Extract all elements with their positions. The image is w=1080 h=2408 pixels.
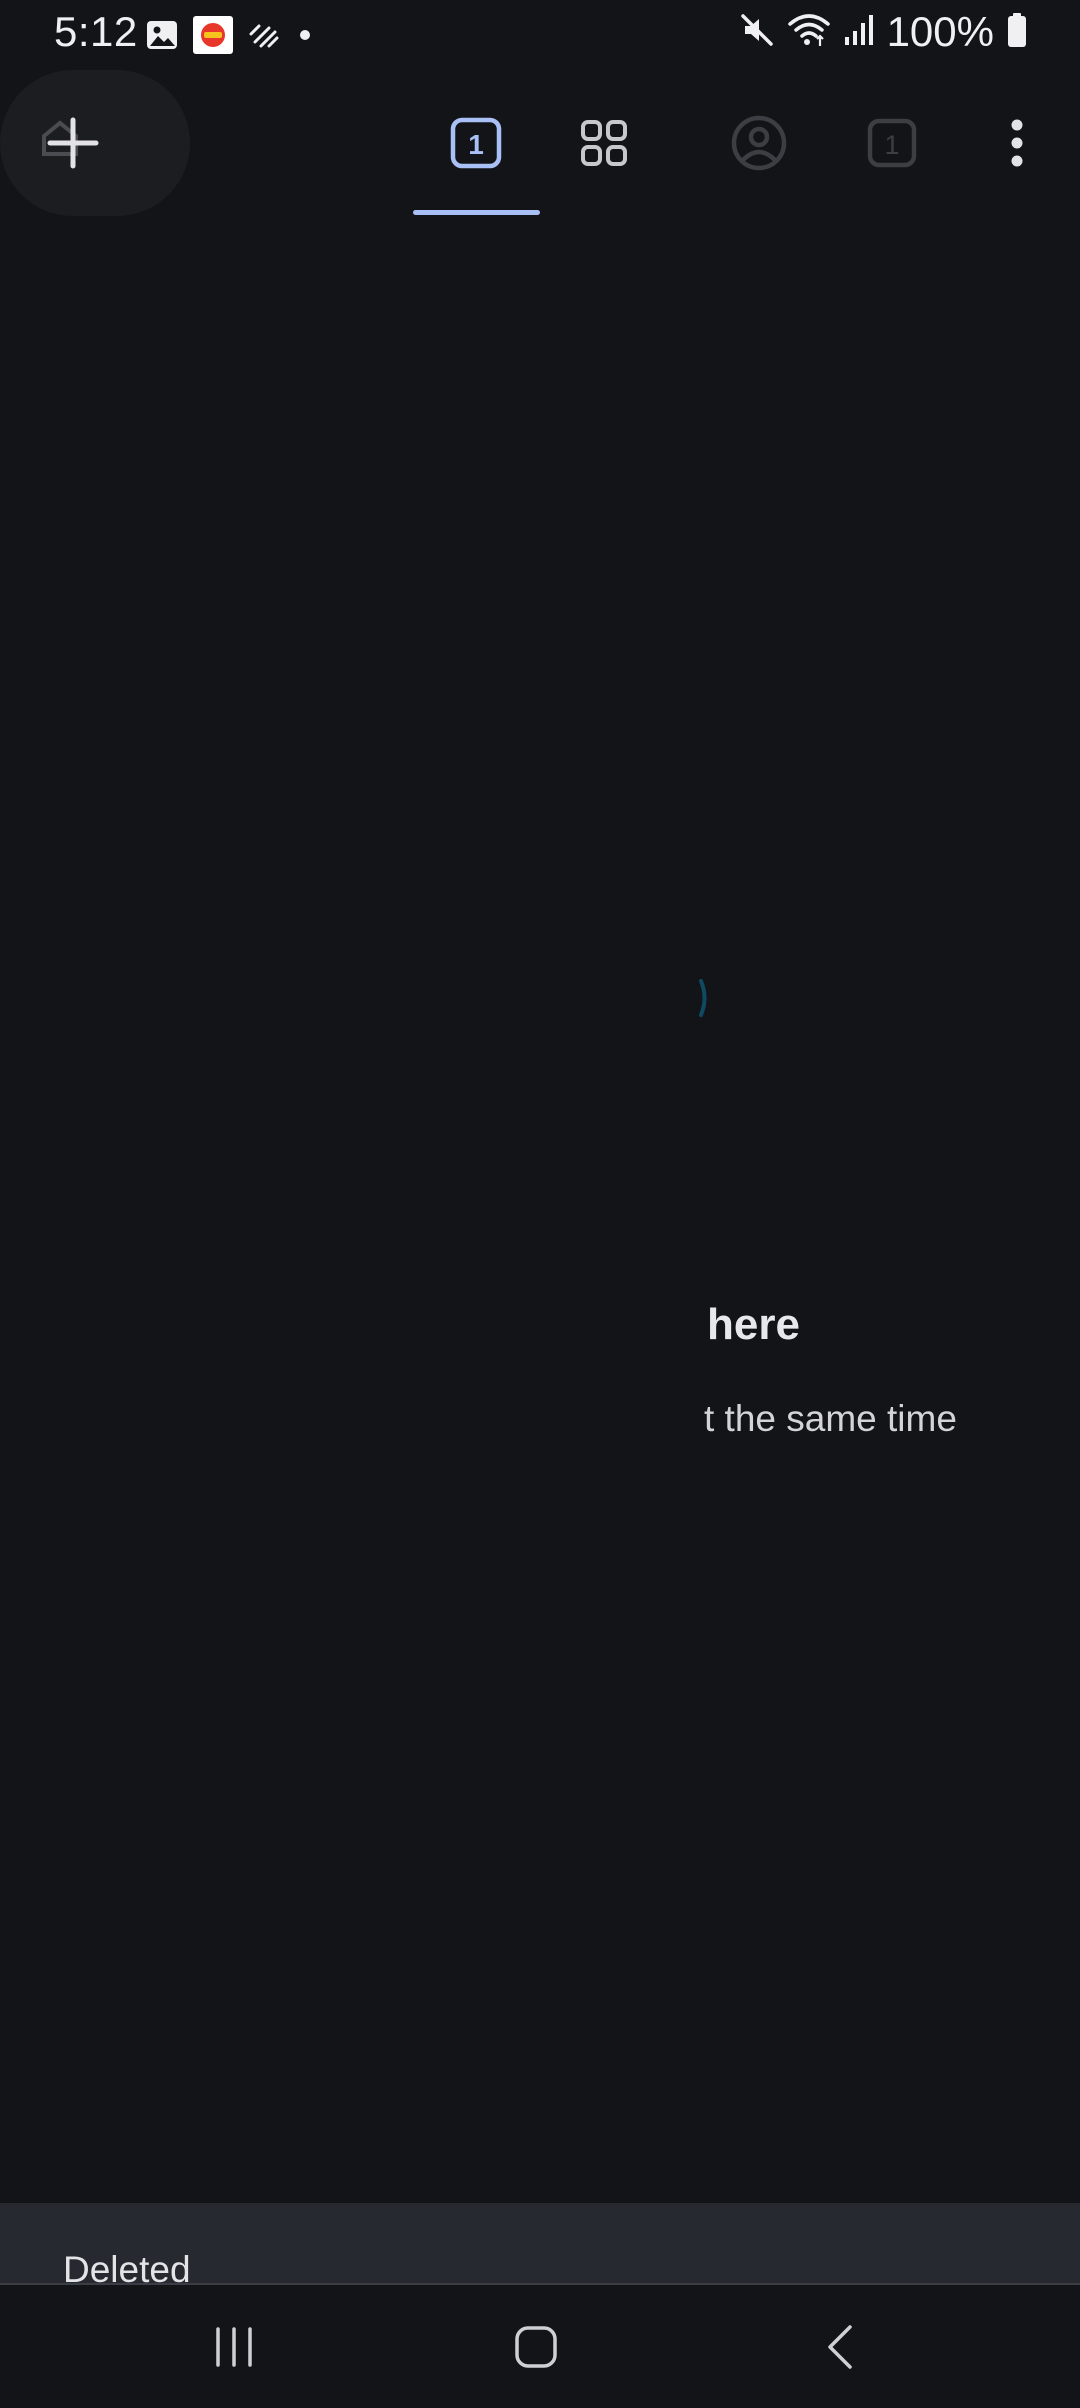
svg-text:1: 1 xyxy=(468,129,484,160)
new-tab-button[interactable] xyxy=(0,70,190,216)
notification-icons xyxy=(145,16,315,59)
status-time: 5:12 xyxy=(54,8,138,55)
more-vert-icon xyxy=(1011,119,1023,167)
mute-icon xyxy=(739,12,775,53)
recent-apps-icon xyxy=(216,2326,252,2367)
back-button[interactable] xyxy=(770,2285,910,2408)
tab-normal-tabs[interactable]: 1 xyxy=(416,68,536,218)
dot-icon xyxy=(295,25,315,50)
wifi-icon xyxy=(787,12,831,53)
empty-state-subtitle: t the same time xyxy=(704,1398,957,1439)
app-badge-icon xyxy=(193,16,233,59)
back-icon xyxy=(828,2324,852,2369)
tab-groups-icon xyxy=(581,120,627,166)
loading-arc-icon xyxy=(698,978,710,1023)
recent-apps-button[interactable] xyxy=(164,2285,304,2408)
tab-groups[interactable] xyxy=(544,68,664,218)
gallery-icon xyxy=(145,18,179,57)
tab-switcher-screen: 5:12 100% 1 1 here t the same time Delet… xyxy=(0,0,1080,2408)
home-button[interactable] xyxy=(466,2285,606,2408)
tab-count-icon: 1 xyxy=(450,117,502,169)
selected-tab-indicator xyxy=(413,210,540,215)
data-saver-icon xyxy=(247,20,281,55)
svg-text:1: 1 xyxy=(884,130,899,160)
tab-count-icon: 1 xyxy=(867,118,917,168)
status-bar: 5:12 100% xyxy=(0,0,1080,68)
battery-icon xyxy=(1006,12,1028,53)
home-icon xyxy=(515,2325,557,2368)
signal-icon xyxy=(843,13,875,52)
navigation-bar xyxy=(0,2285,1080,2408)
snackbar-message: Deleted xyxy=(63,2249,191,2285)
battery-percent: 100% xyxy=(886,8,994,55)
tab-incognito-tabs[interactable]: 1 xyxy=(832,68,952,218)
tab-incognito[interactable] xyxy=(699,68,819,218)
tab-switcher-toolbar: 1 1 xyxy=(0,68,1080,218)
more-options-button[interactable] xyxy=(957,68,1077,218)
empty-state-title: here xyxy=(707,1300,800,1349)
plus-icon xyxy=(46,116,100,175)
system-status-icons: 100% xyxy=(739,8,1028,56)
incognito-account-icon xyxy=(731,115,787,171)
snackbar: Deleted xyxy=(0,2203,1080,2285)
